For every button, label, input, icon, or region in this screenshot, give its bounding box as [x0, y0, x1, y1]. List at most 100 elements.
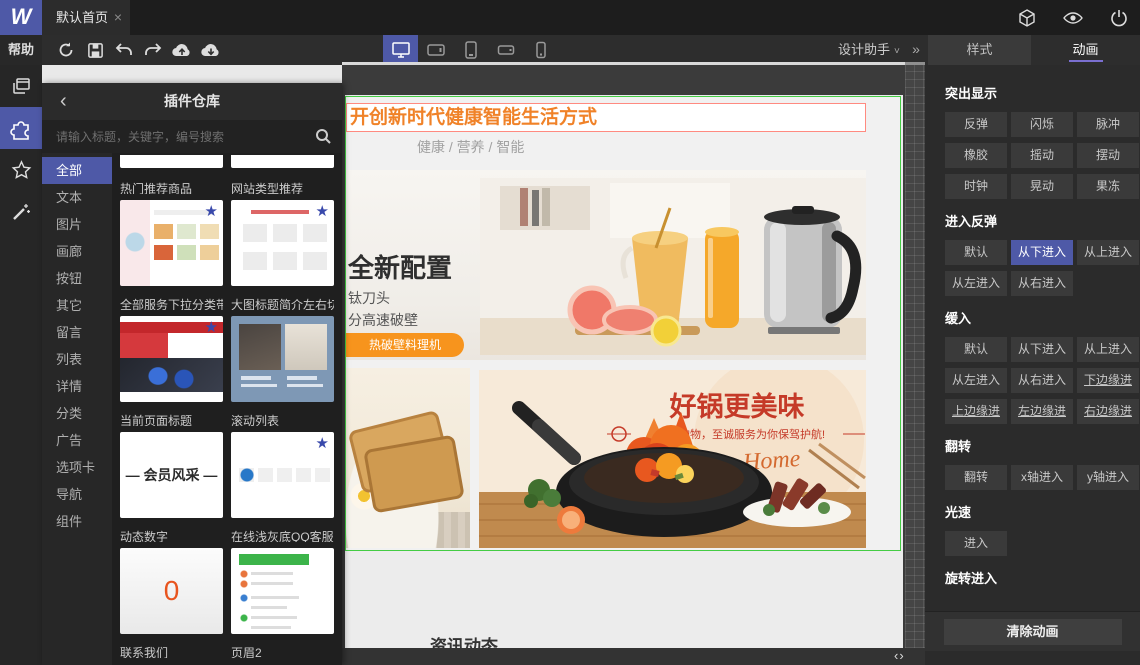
- anim-clock-button[interactable]: 时钟: [945, 174, 1007, 199]
- plugin-item-title: 大图标题简介左右切...: [231, 298, 334, 310]
- anim-pulse-button[interactable]: 脉冲: [1077, 112, 1139, 137]
- device-phone-landscape-button[interactable]: [488, 35, 523, 65]
- design-assistant-dropdown[interactable]: 设计助手 ˅: [838, 35, 900, 65]
- headline-text-element[interactable]: 开创新时代健康智能生活方式: [346, 103, 866, 132]
- category-detail[interactable]: 详情: [42, 373, 112, 400]
- wok-banner[interactable]: 好锅更美味 无忧购物，至诚服务为你保驾护航! Warm Home: [479, 370, 866, 548]
- flip-y-axis-button[interactable]: y轴进入: [1077, 465, 1139, 490]
- anim-rubber-button[interactable]: 橡胶: [945, 143, 1007, 168]
- plugin-card-qq-service[interactable]: [231, 548, 334, 634]
- help-button[interactable]: 帮助: [0, 35, 42, 65]
- anim-jelly-button[interactable]: 果冻: [1077, 174, 1139, 199]
- code-view-icon[interactable]: ‹›: [894, 648, 905, 663]
- hero-cta-button[interactable]: 热破壁料理机: [346, 333, 464, 357]
- category-message[interactable]: 留言: [42, 319, 112, 346]
- cloud-upload-icon[interactable]: [171, 39, 193, 61]
- preview-eye-icon[interactable]: [1062, 7, 1084, 29]
- category-image[interactable]: 图片: [42, 211, 112, 238]
- category-component[interactable]: 组件: [42, 508, 112, 535]
- anim-bounce-button[interactable]: 反弹: [945, 112, 1007, 137]
- device-phone-portrait-button[interactable]: [523, 35, 558, 65]
- bouncein-from-bottom-button[interactable]: 从下进入: [1011, 240, 1073, 265]
- news-section-title[interactable]: 资讯动态: [430, 632, 498, 648]
- flip-x-axis-button[interactable]: x轴进入: [1011, 465, 1073, 490]
- plugin-card-dynamic-number[interactable]: 0: [120, 548, 223, 634]
- search-icon[interactable]: [314, 127, 332, 145]
- category-classify[interactable]: 分类: [42, 400, 112, 427]
- plugin-card-page-title[interactable]: — 会员风采 —: [120, 432, 223, 518]
- star-icon[interactable]: ★: [205, 318, 218, 336]
- device-tablet-portrait-button[interactable]: [453, 35, 488, 65]
- category-all[interactable]: 全部: [42, 157, 112, 184]
- bouncein-default-button[interactable]: 默认: [945, 240, 1007, 265]
- category-nav[interactable]: 导航: [42, 481, 112, 508]
- tab-style[interactable]: 样式: [928, 35, 1031, 65]
- plugin-item-list[interactable]: 热门推荐商品 ★ 网站类型推荐 ★ 全部服务下拉分类带...: [112, 153, 342, 665]
- cloud-download-icon[interactable]: [200, 39, 222, 61]
- easein-from-right-button[interactable]: 从右进入: [1011, 368, 1073, 393]
- tagline-text[interactable]: 健康 / 营养 / 智能: [417, 137, 524, 157]
- sidebar-plugins-icon[interactable]: [0, 107, 42, 149]
- star-icon[interactable]: ★: [316, 202, 329, 220]
- plugin-search-input[interactable]: [42, 120, 342, 153]
- hero-banner[interactable]: 全新配置 钛刀头 分高速破壁 热破壁料理机: [346, 170, 866, 360]
- bouncein-from-left-button[interactable]: 从左进入: [945, 271, 1007, 296]
- anim-flash-button[interactable]: 闪烁: [1011, 112, 1073, 137]
- components-cube-icon[interactable]: [1016, 7, 1038, 29]
- device-tablet-landscape-button[interactable]: [418, 35, 453, 65]
- plugin-card-partial[interactable]: [231, 155, 334, 168]
- website-page[interactable]: 开创新时代健康智能生活方式 健康 / 营养 / 智能 全新配置 钛刀头 分高速破…: [345, 95, 903, 648]
- plugin-card-hot-products[interactable]: ★: [120, 200, 223, 286]
- easein-from-top-button[interactable]: 从上进入: [1077, 337, 1139, 362]
- toast-photo[interactable]: [346, 368, 470, 548]
- power-icon[interactable]: [1108, 7, 1130, 29]
- anim-swing-button[interactable]: 摆动: [1077, 143, 1139, 168]
- redo-icon[interactable]: [142, 39, 164, 61]
- anim-wobble-button[interactable]: 晃动: [1011, 174, 1073, 199]
- flip-button[interactable]: 翻转: [945, 465, 1007, 490]
- category-list[interactable]: 列表: [42, 346, 112, 373]
- canvas-vscrollbar[interactable]: [905, 65, 925, 648]
- save-icon[interactable]: [84, 39, 106, 61]
- plugin-card-big-image-slider[interactable]: [231, 316, 334, 402]
- list-item: 在线浅灰底QQ客服: [231, 518, 334, 634]
- category-tabs[interactable]: 选项卡: [42, 454, 112, 481]
- clear-animation-button[interactable]: 清除动画: [943, 619, 1122, 645]
- sidebar-pages-icon[interactable]: [0, 65, 42, 107]
- plugin-card-partial[interactable]: [120, 155, 223, 168]
- easein-right-edge-button[interactable]: 右边缘进: [1077, 399, 1139, 424]
- lightspeed-in-button[interactable]: 进入: [945, 531, 1007, 556]
- plugin-card-dropdown-nav[interactable]: ★: [120, 316, 223, 402]
- easein-left-edge-button[interactable]: 左边缘进: [1011, 399, 1073, 424]
- plugin-card-scrolling-list[interactable]: ★: [231, 432, 334, 518]
- bouncein-from-right-button[interactable]: 从右进入: [1011, 271, 1073, 296]
- tab-animation[interactable]: 动画: [1031, 35, 1140, 65]
- bouncein-from-top-button[interactable]: 从上进入: [1077, 240, 1139, 265]
- tab-default-home[interactable]: 默认首页 ×: [42, 0, 130, 35]
- back-chevron-icon[interactable]: ‹: [60, 83, 67, 120]
- device-desktop-button[interactable]: [383, 35, 418, 65]
- left-sidebar: [0, 65, 42, 665]
- category-text[interactable]: 文本: [42, 184, 112, 211]
- sidebar-favorites-icon[interactable]: [0, 149, 42, 191]
- plugin-card-site-types[interactable]: ★: [231, 200, 334, 286]
- app-logo[interactable]: W: [0, 0, 42, 35]
- category-other[interactable]: 其它: [42, 292, 112, 319]
- undo-icon[interactable]: [113, 39, 135, 61]
- anim-shake-button[interactable]: 摇动: [1011, 143, 1073, 168]
- sidebar-magic-wand-icon[interactable]: [0, 191, 42, 233]
- easein-from-left-button[interactable]: 从左进入: [945, 368, 1007, 393]
- easein-default-button[interactable]: 默认: [945, 337, 1007, 362]
- star-icon[interactable]: ★: [316, 434, 329, 452]
- easein-top-edge-button[interactable]: 上边缘进: [945, 399, 1007, 424]
- category-gallery[interactable]: 画廊: [42, 238, 112, 265]
- refresh-icon[interactable]: [55, 39, 77, 61]
- number-sample: 0: [163, 575, 180, 606]
- category-button[interactable]: 按钮: [42, 265, 112, 292]
- category-ad[interactable]: 广告: [42, 427, 112, 454]
- easein-from-bottom-button[interactable]: 从下进入: [1011, 337, 1073, 362]
- expand-panel-button[interactable]: »: [905, 35, 927, 65]
- star-icon[interactable]: ★: [205, 202, 218, 220]
- tab-close-icon[interactable]: ×: [114, 0, 122, 35]
- easein-bottom-edge-button[interactable]: 下边缘进: [1077, 368, 1139, 393]
